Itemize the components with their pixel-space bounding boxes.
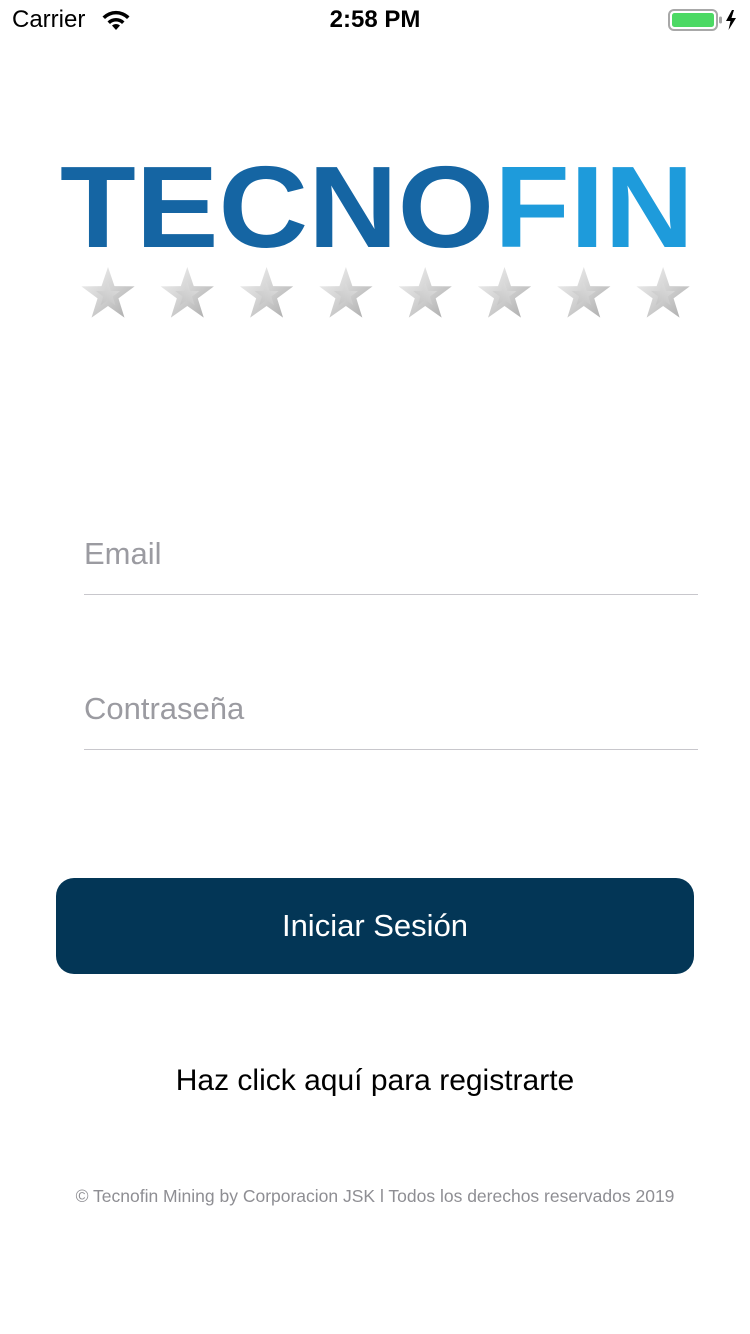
svg-text:TECNOFIN: TECNO FIN <box>60 150 694 272</box>
logo-text-fin: FIN <box>494 150 694 272</box>
login-button-label: Iniciar Sesión <box>281 908 469 943</box>
password-field[interactable] <box>84 659 698 750</box>
register-link[interactable]: Haz click aquí para registrarte <box>0 1064 750 1098</box>
email-field[interactable] <box>84 504 698 595</box>
footer-copyright: © Tecnofin Mining by Corporacion JSK l T… <box>75 1186 675 1206</box>
logo-text-tecno: TECNO <box>60 150 494 272</box>
logo-stars <box>81 267 690 318</box>
status-time: 2:58 PM <box>329 6 421 33</box>
login-button[interactable]: Iniciar Sesión <box>56 878 694 974</box>
password-input[interactable] <box>84 691 698 727</box>
tecnofin-logo: TECNO FIN <box>60 150 694 318</box>
battery-charging-icon <box>668 9 736 31</box>
status-bar: Carrier 2:58 PM <box>0 0 750 40</box>
email-input[interactable] <box>84 536 698 572</box>
